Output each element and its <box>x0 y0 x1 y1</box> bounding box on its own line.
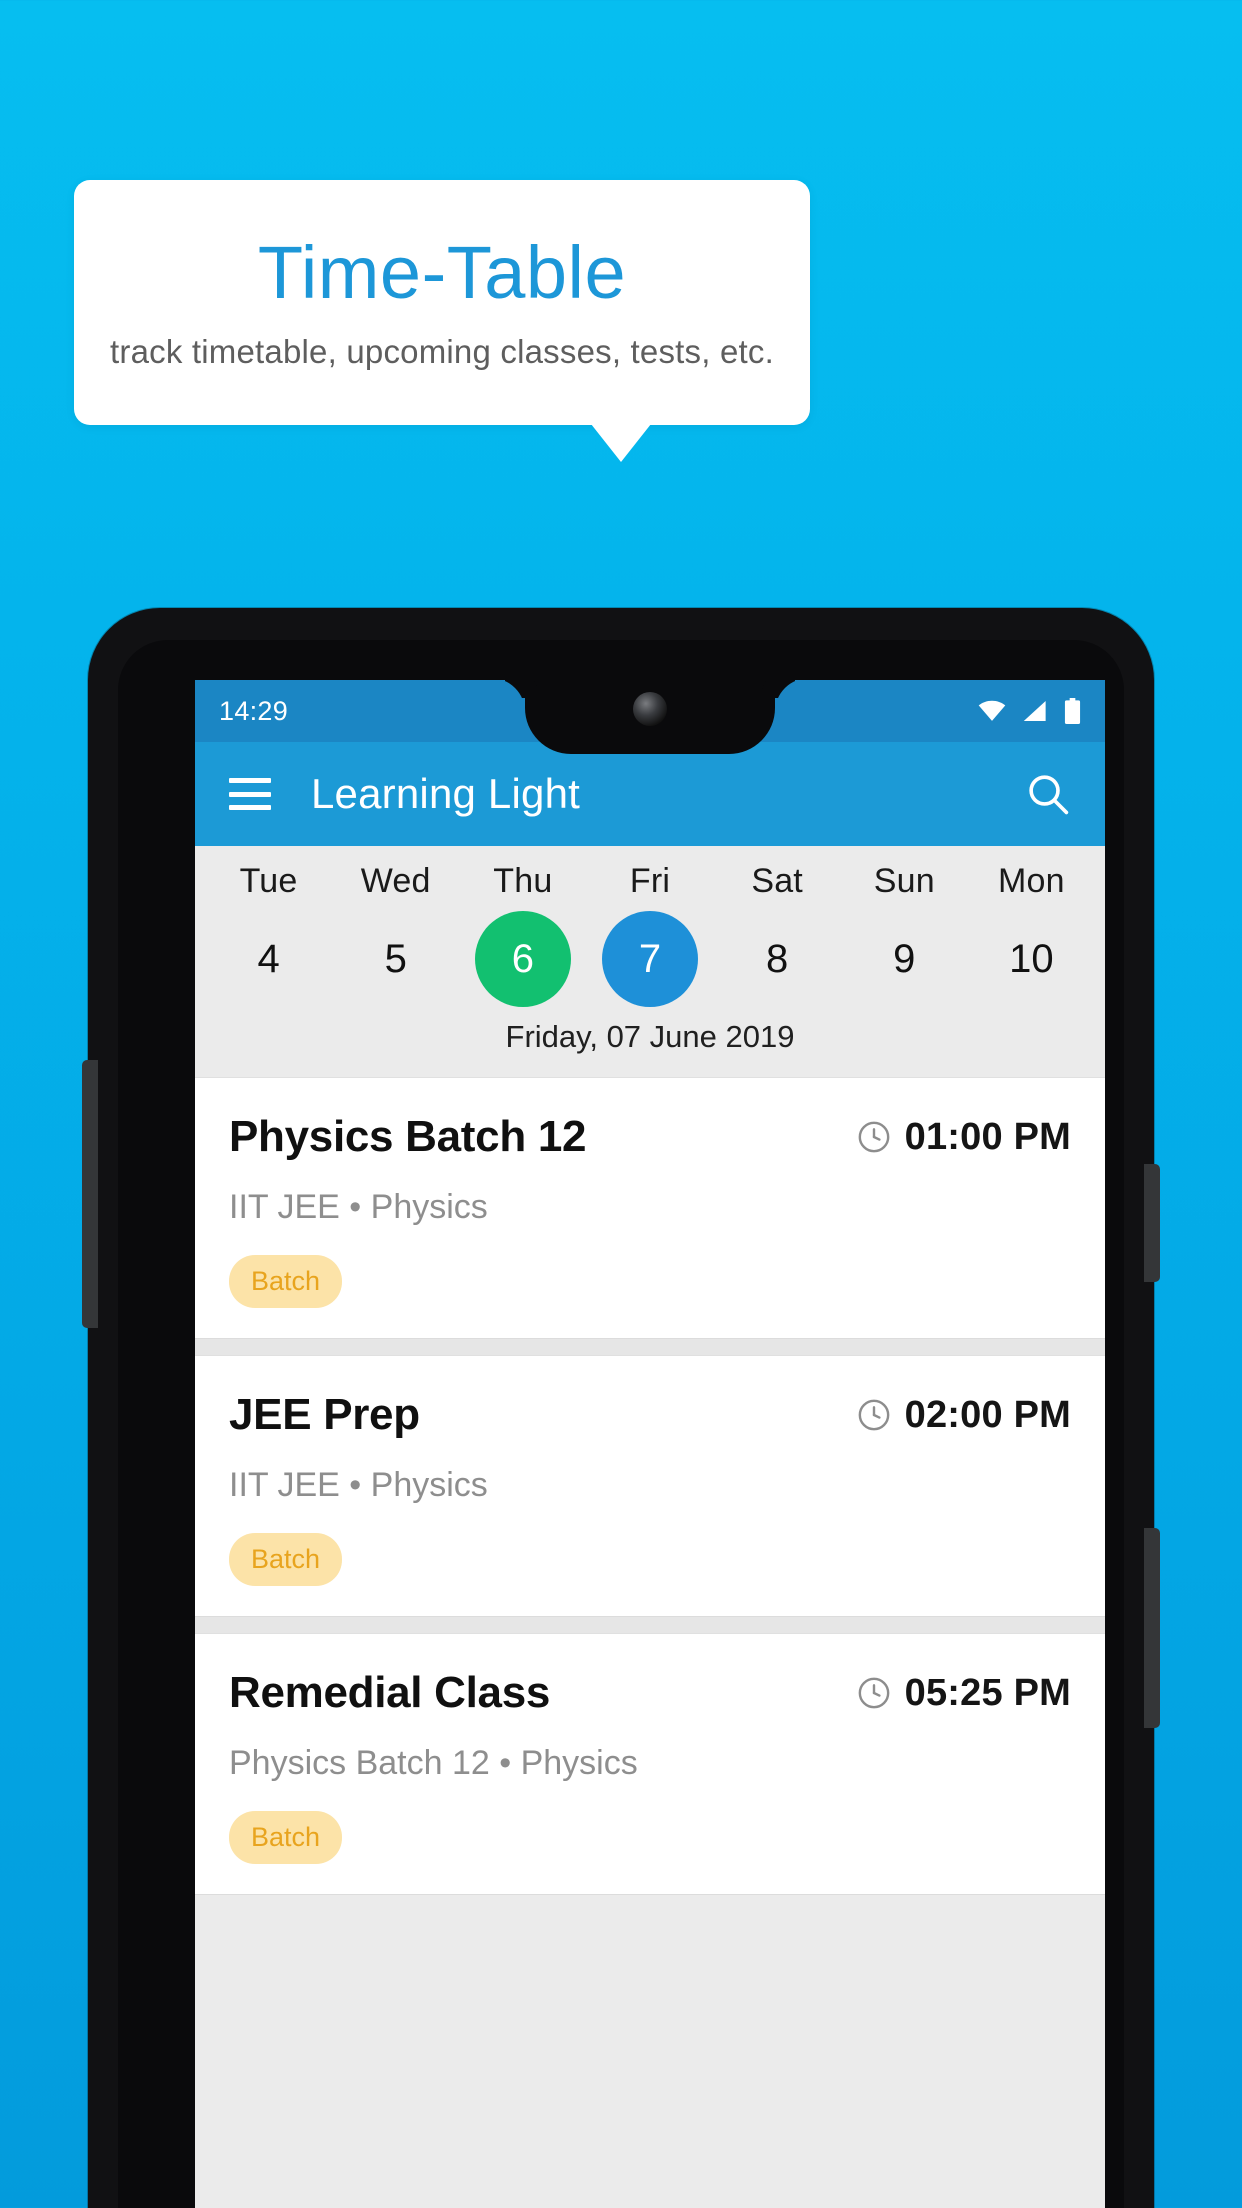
app-bar: Learning Light <box>195 742 1105 846</box>
event-type-badge: Batch <box>229 1255 343 1308</box>
day-cell-fri[interactable]: Fri 7 <box>586 862 713 1007</box>
day-cell-sat[interactable]: Sat 8 <box>714 862 841 1007</box>
day-name: Sat <box>751 862 803 900</box>
search-icon[interactable] <box>1025 771 1071 817</box>
day-number: 6 <box>511 936 534 981</box>
event-subtitle: Physics Batch 12 • Physics <box>229 1744 638 1782</box>
day-name: Mon <box>998 862 1065 900</box>
callout-tail-icon <box>591 424 651 462</box>
day-number: 4 <box>257 936 280 981</box>
event-time: 01:00 PM <box>904 1115 1071 1158</box>
event-type-badge: Batch <box>229 1533 343 1586</box>
volume-button[interactable] <box>82 1060 98 1328</box>
day-cell-tue[interactable]: Tue 4 <box>205 862 332 1007</box>
day-number: 10 <box>1009 936 1054 981</box>
phone-bezel: 14:29 Learning Light Tue 4 Wed 5 Thu 6 F… <box>118 640 1124 2208</box>
days-row: Tue 4 Wed 5 Thu 6 Fri 7 Sat 8 Sun 9 Mon … <box>195 862 1105 1007</box>
event-title: Physics Batch 12 <box>229 1112 587 1161</box>
day-number: 8 <box>766 936 789 981</box>
day-number-wrap: 10 <box>983 911 1079 1007</box>
promo-subtitle: track timetable, upcoming classes, tests… <box>110 333 774 371</box>
day-name: Wed <box>360 862 431 900</box>
event-card-header: Physics Batch 12 01:00 PM <box>229 1112 1071 1162</box>
hamburger-menu-icon[interactable] <box>229 778 271 810</box>
wifi-icon <box>978 700 1006 721</box>
clock-icon <box>858 1677 890 1709</box>
event-title: JEE Prep <box>229 1390 420 1439</box>
phone-screen: 14:29 Learning Light Tue 4 Wed 5 Thu 6 F… <box>195 680 1105 2208</box>
day-name: Thu <box>493 862 553 900</box>
day-name: Tue <box>239 862 298 900</box>
event-list: Physics Batch 12 01:00 PM IIT JEE • Phys… <box>195 1077 1105 1895</box>
power-button[interactable] <box>1144 1164 1160 1282</box>
event-card[interactable]: Remedial Class 05:25 PM Physics Batch 12… <box>195 1633 1105 1895</box>
day-cell-sun[interactable]: Sun 9 <box>841 862 968 1007</box>
event-subtitle: IIT JEE • Physics <box>229 1188 488 1226</box>
event-time-group: 01:00 PM <box>857 1116 1071 1159</box>
front-camera-icon <box>633 692 667 726</box>
day-number: 7 <box>638 936 662 981</box>
day-number-wrap: 5 <box>348 911 444 1007</box>
event-card[interactable]: Physics Batch 12 01:00 PM IIT JEE • Phys… <box>195 1077 1105 1339</box>
clock-icon <box>858 1121 890 1153</box>
day-number: 5 <box>384 936 407 981</box>
day-cell-wed[interactable]: Wed 5 <box>332 862 459 1007</box>
day-number: 9 <box>893 936 916 981</box>
side-button[interactable] <box>1144 1528 1160 1728</box>
event-card[interactable]: JEE Prep 02:00 PM IIT JEE • Physics Batc… <box>195 1355 1105 1617</box>
event-time: 02:00 PM <box>904 1393 1071 1436</box>
day-number-wrap: 4 <box>221 911 317 1007</box>
app-title: Learning Light <box>311 770 581 817</box>
day-number-wrap-today: 6 <box>474 911 571 1007</box>
day-number-wrap: 8 <box>729 911 825 1007</box>
camera-notch <box>525 680 775 754</box>
event-card-header: Remedial Class 05:25 PM <box>229 1668 1071 1718</box>
event-type-badge: Batch <box>229 1811 343 1864</box>
status-time: 14:29 <box>219 695 289 726</box>
battery-icon <box>1064 698 1081 724</box>
phone-device: 14:29 Learning Light Tue 4 Wed 5 Thu 6 F… <box>82 608 1160 2208</box>
status-bar: 14:29 <box>195 680 1105 754</box>
promo-callout: Time-Table track timetable, upcoming cla… <box>74 180 810 425</box>
clock-icon <box>858 1399 890 1431</box>
event-card-header: JEE Prep 02:00 PM <box>229 1390 1071 1440</box>
event-time: 05:25 PM <box>904 1671 1071 1714</box>
day-cell-thu[interactable]: Thu 6 <box>459 862 586 1007</box>
event-time-group: 02:00 PM <box>857 1394 1071 1437</box>
day-name: Fri <box>629 862 671 900</box>
event-time-group: 05:25 PM <box>857 1672 1071 1715</box>
promo-title: Time-Table <box>257 230 627 314</box>
date-strip: Tue 4 Wed 5 Thu 6 Fri 7 Sat 8 Sun 9 Mon … <box>195 846 1105 1077</box>
day-number-wrap-selected: 7 <box>601 911 698 1007</box>
event-subtitle: IIT JEE • Physics <box>229 1466 488 1504</box>
day-name: Sun <box>873 862 935 900</box>
day-cell-mon[interactable]: Mon 10 <box>968 862 1095 1007</box>
status-icon-group <box>978 698 1081 724</box>
signal-icon <box>1023 700 1046 722</box>
selected-date-label: Friday, 07 June 2019 <box>505 1019 795 1054</box>
event-title: Remedial Class <box>229 1668 551 1717</box>
day-number-wrap: 9 <box>856 911 952 1007</box>
